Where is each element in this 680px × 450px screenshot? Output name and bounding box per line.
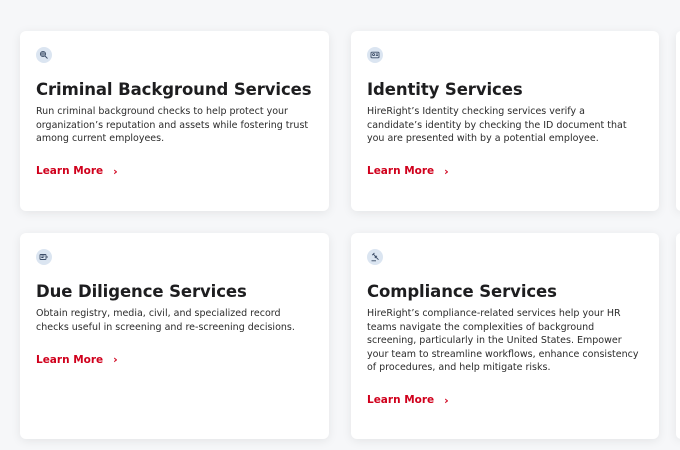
learn-more-label: Learn More (36, 353, 104, 366)
service-card-due-diligence: Due Diligence Services Obtain registry, … (20, 233, 329, 439)
card-description: Obtain registry, media, civil, and speci… (36, 308, 295, 333)
learn-more-label: Learn More (367, 394, 435, 406)
card-description: HireRight’s Identity checking services v… (367, 106, 627, 144)
gavel-icon (367, 249, 383, 265)
chevron-right-icon: › (444, 164, 449, 178)
learn-more-link[interactable]: Learn More › (367, 394, 449, 407)
document-search-icon (36, 249, 52, 265)
chevron-right-icon: › (113, 164, 118, 178)
service-card-compliance: Compliance Services HireRight’s complian… (351, 233, 659, 439)
chevron-right-icon: › (444, 393, 449, 407)
card-title: Criminal Background Services (36, 80, 312, 99)
card-description: HireRight’s compliance-related services … (367, 308, 639, 373)
service-card-criminal-background: Criminal Background Services Run crimina… (20, 31, 329, 211)
fingerprint-icon (36, 47, 52, 63)
learn-more-link[interactable]: Learn More › (36, 165, 118, 178)
chevron-right-icon: › (113, 353, 118, 366)
service-card-identity: Identity Services HireRight’s Identity c… (351, 31, 659, 211)
learn-more-link[interactable]: Learn More › (36, 353, 118, 366)
learn-more-link[interactable]: Learn More › (367, 165, 449, 178)
learn-more-label: Learn More (36, 165, 104, 177)
card-description: Run criminal background checks to help p… (36, 106, 309, 144)
id-card-icon (367, 47, 383, 63)
next-card-edge-top (676, 31, 680, 211)
learn-more-label: Learn More (367, 165, 435, 177)
card-title: Compliance Services (367, 282, 557, 301)
next-card-edge-bottom (676, 233, 680, 439)
card-title: Due Diligence Services (36, 282, 247, 301)
card-title: Identity Services (367, 80, 523, 99)
